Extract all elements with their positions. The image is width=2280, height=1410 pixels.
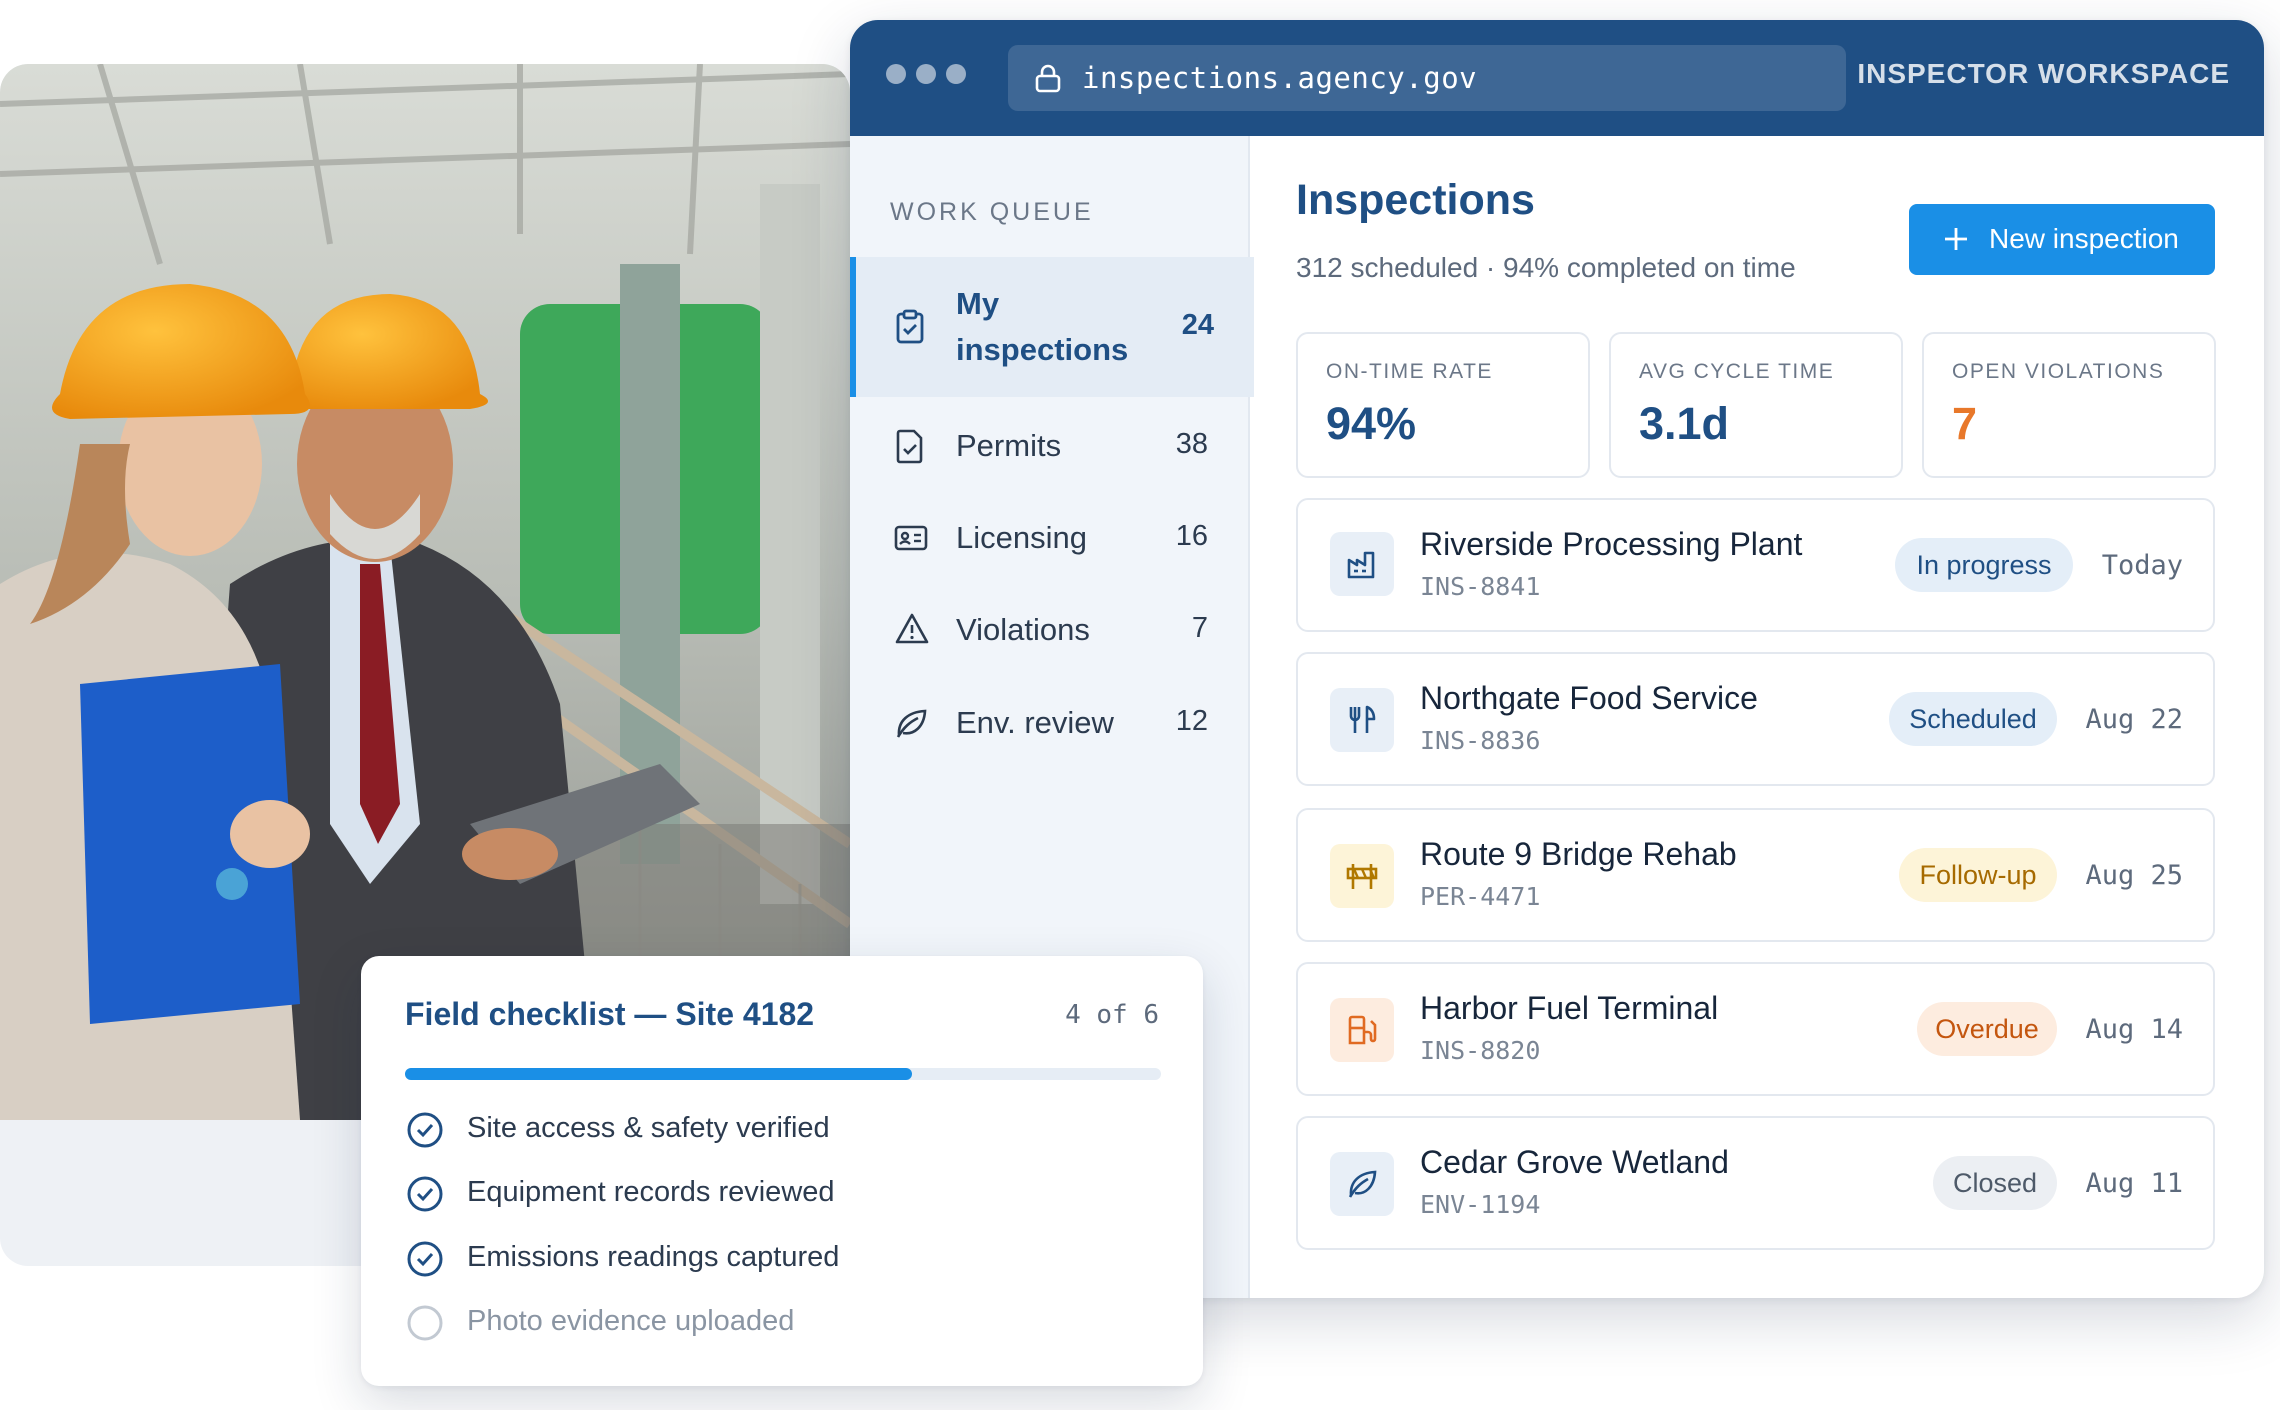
clipboard-check-icon: [894, 309, 926, 350]
checklist-item-text: Equipment records reviewed: [467, 1176, 835, 1208]
stat-card-open-violations: OPEN VIOLATIONS 7: [1922, 332, 2216, 478]
inspection-date: Aug 14: [2085, 1014, 2183, 1045]
sidebar-item-count: 12: [1175, 705, 1208, 737]
new-inspection-label: New inspection: [1989, 223, 2179, 254]
inspection-code: ENV-1194: [1420, 1190, 1541, 1219]
address-bar[interactable]: inspections.agency.gov: [1008, 45, 1846, 111]
checklist-item-text: Emissions readings captured: [467, 1241, 840, 1273]
inspection-row[interactable]: Harbor Fuel Terminal INS-8820 Overdue Au…: [1296, 962, 2215, 1096]
sidebar-item-label: Env. review: [956, 705, 1114, 740]
sidebar-heading: WORK QUEUE: [890, 198, 1094, 226]
stat-label: OPEN VIOLATIONS: [1952, 360, 2165, 383]
inspection-row[interactable]: Northgate Food Service INS-8836 Schedule…: [1296, 652, 2215, 786]
sidebar-item-count: 24: [1181, 309, 1214, 341]
stat-value: 7: [1952, 398, 1978, 449]
progress-bar-fill: [405, 1068, 912, 1080]
inspection-code: INS-8820: [1420, 1036, 1541, 1065]
checklist-item-text: Photo evidence uploaded: [467, 1305, 795, 1337]
document-check-icon: [894, 428, 926, 469]
inspection-code: INS-8836: [1420, 726, 1541, 755]
leaf-icon: [894, 707, 928, 744]
window-dot-minimize[interactable]: [916, 64, 936, 84]
label-line-1: My: [956, 286, 1000, 321]
checklist-progress-bar: [405, 1068, 1161, 1080]
sidebar-item-env-review[interactable]: Env. review 12: [850, 681, 1248, 765]
stat-value: 3.1d: [1639, 398, 1730, 449]
stat-card-on-time-rate: ON-TIME RATE 94%: [1296, 332, 1590, 478]
inspection-row[interactable]: Cedar Grove Wetland ENV-1194 Closed Aug …: [1296, 1116, 2215, 1250]
row-icon-box: [1330, 688, 1394, 752]
status-badge: Scheduled: [1889, 692, 2057, 746]
inspection-name: Harbor Fuel Terminal: [1420, 990, 1719, 1026]
inspection-name: Route 9 Bridge Rehab: [1420, 836, 1737, 872]
stat-label: AVG CYCLE TIME: [1639, 360, 1835, 383]
checklist-progress-text: 4 of 6: [1065, 1000, 1159, 1030]
sidebar-item-label: Permits: [956, 428, 1062, 463]
stat-value: 94%: [1326, 398, 1417, 449]
checklist-title: Field checklist — Site 4182: [405, 996, 815, 1032]
row-icon-box: [1330, 1152, 1394, 1216]
address-url: inspections.agency.gov: [1082, 61, 1478, 95]
inspection-name: Northgate Food Service: [1420, 680, 1758, 716]
browser-titlebar: inspections.agency.gov INSPECTOR WORKSPA…: [850, 20, 2264, 136]
workspace-label: INSPECTOR WORKSPACE: [1857, 58, 2230, 89]
window-dot-close[interactable]: [886, 64, 906, 84]
inspection-row[interactable]: Riverside Processing Plant INS-8841 In p…: [1296, 498, 2215, 632]
lock-icon: [1034, 63, 1062, 98]
id-card-icon: [894, 524, 928, 557]
sidebar-item-label: Licensing: [956, 520, 1087, 555]
field-checklist-card: Field checklist — Site 4182 4 of 6 Site …: [361, 956, 1203, 1386]
status-badge: Follow-up: [1899, 848, 2057, 902]
status-badge: Overdue: [1917, 1002, 2057, 1056]
sidebar-item-count: 7: [1191, 612, 1208, 644]
sidebar-item-my-inspections[interactable]: My inspections 24: [850, 257, 1254, 397]
inspection-name: Riverside Processing Plant: [1420, 526, 1803, 562]
stat-label: ON-TIME RATE: [1326, 360, 1493, 383]
sidebar-item-permits[interactable]: Permits 38: [850, 404, 1248, 488]
status-badge: Closed: [1933, 1156, 2057, 1210]
checklist-item-text: Site access & safety verified: [467, 1112, 830, 1144]
inspection-date: Today: [2101, 550, 2183, 581]
inspection-date: Aug 11: [2085, 1168, 2183, 1199]
sidebar-item-licensing[interactable]: Licensing 16: [850, 496, 1248, 580]
check-circle-icon[interactable]: [405, 1174, 445, 1219]
page-subtitle: 312 scheduled · 94% completed on time: [1296, 252, 1796, 283]
inspection-date: Aug 22: [2085, 704, 2183, 735]
label-line-2: inspections: [956, 332, 1129, 367]
sidebar-item-count: 16: [1175, 520, 1208, 552]
stat-card-avg-cycle-time: AVG CYCLE TIME 3.1d: [1609, 332, 1903, 478]
sidebar-item-label: Violations: [956, 612, 1090, 647]
sidebar-item-label: My inspections: [956, 281, 1128, 373]
plus-icon: [1943, 226, 1969, 259]
sidebar-item-count: 38: [1175, 428, 1208, 460]
row-icon-box: [1330, 532, 1394, 596]
check-circle-icon[interactable]: [405, 1110, 445, 1155]
main-content: Inspections 312 scheduled · 94% complete…: [1248, 136, 2264, 1298]
empty-circle-icon[interactable]: [405, 1303, 445, 1348]
check-circle-icon[interactable]: [405, 1239, 445, 1284]
row-icon-box: [1330, 998, 1394, 1062]
inspection-date: Aug 25: [2085, 860, 2183, 891]
inspection-code: PER-4471: [1420, 882, 1541, 911]
new-inspection-button[interactable]: New inspection: [1909, 204, 2215, 275]
row-icon-box: [1330, 844, 1394, 908]
inspection-code: INS-8841: [1420, 572, 1541, 601]
inspection-row[interactable]: Route 9 Bridge Rehab PER-4471 Follow-up …: [1296, 808, 2215, 942]
page-title: Inspections: [1296, 176, 1535, 224]
sidebar-item-violations[interactable]: Violations 7: [850, 588, 1248, 672]
inspection-name: Cedar Grove Wetland: [1420, 1144, 1729, 1180]
status-badge: In progress: [1895, 538, 2073, 592]
warning-triangle-icon: [894, 612, 930, 651]
window-dot-maximize[interactable]: [946, 64, 966, 84]
